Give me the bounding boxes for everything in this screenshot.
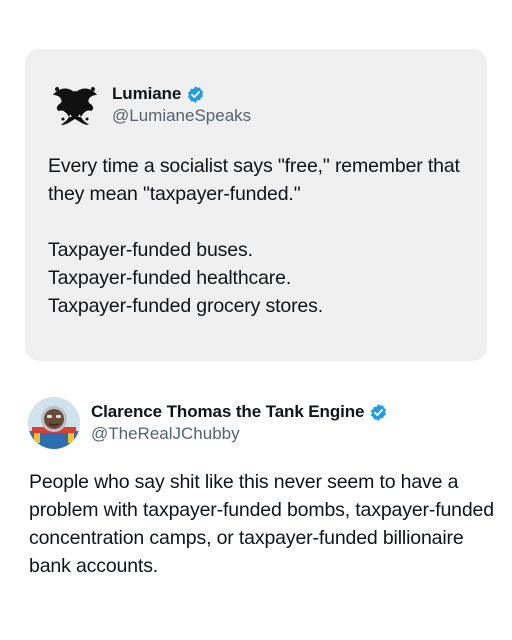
- quoted-tweet-card[interactable]: Lumiane @LumianeSpeaks Every time a soci…: [25, 49, 487, 361]
- rorschach-inkblot-avatar[interactable]: [49, 79, 101, 131]
- verified-badge-icon: [369, 403, 388, 422]
- quoted-tweet-text: Every time a socialist says "free," reme…: [48, 155, 460, 317]
- reply-tweet-header: Clarence Thomas the Tank Engine @TheReal…: [28, 397, 388, 449]
- author-handle[interactable]: @LumianeSpeaks: [112, 105, 251, 127]
- reply-tweet-text: People who say shit like this never seem…: [29, 471, 500, 577]
- tank-engine-face-avatar[interactable]: [28, 397, 80, 449]
- name-row: Lumiane: [112, 83, 251, 105]
- post-screenshot: Lumiane @LumianeSpeaks Every time a soci…: [0, 0, 512, 640]
- author-display-name[interactable]: Lumiane: [112, 83, 181, 105]
- quoted-tweet-author: Lumiane @LumianeSpeaks: [112, 83, 251, 127]
- verified-badge-icon: [186, 85, 205, 104]
- reply-tweet-author: Clarence Thomas the Tank Engine @TheReal…: [91, 401, 388, 445]
- name-row: Clarence Thomas the Tank Engine: [91, 401, 388, 423]
- author-handle[interactable]: @TheRealJChubby: [91, 423, 388, 445]
- quoted-tweet-header: Lumiane @LumianeSpeaks: [49, 79, 251, 131]
- author-display-name[interactable]: Clarence Thomas the Tank Engine: [91, 401, 364, 423]
